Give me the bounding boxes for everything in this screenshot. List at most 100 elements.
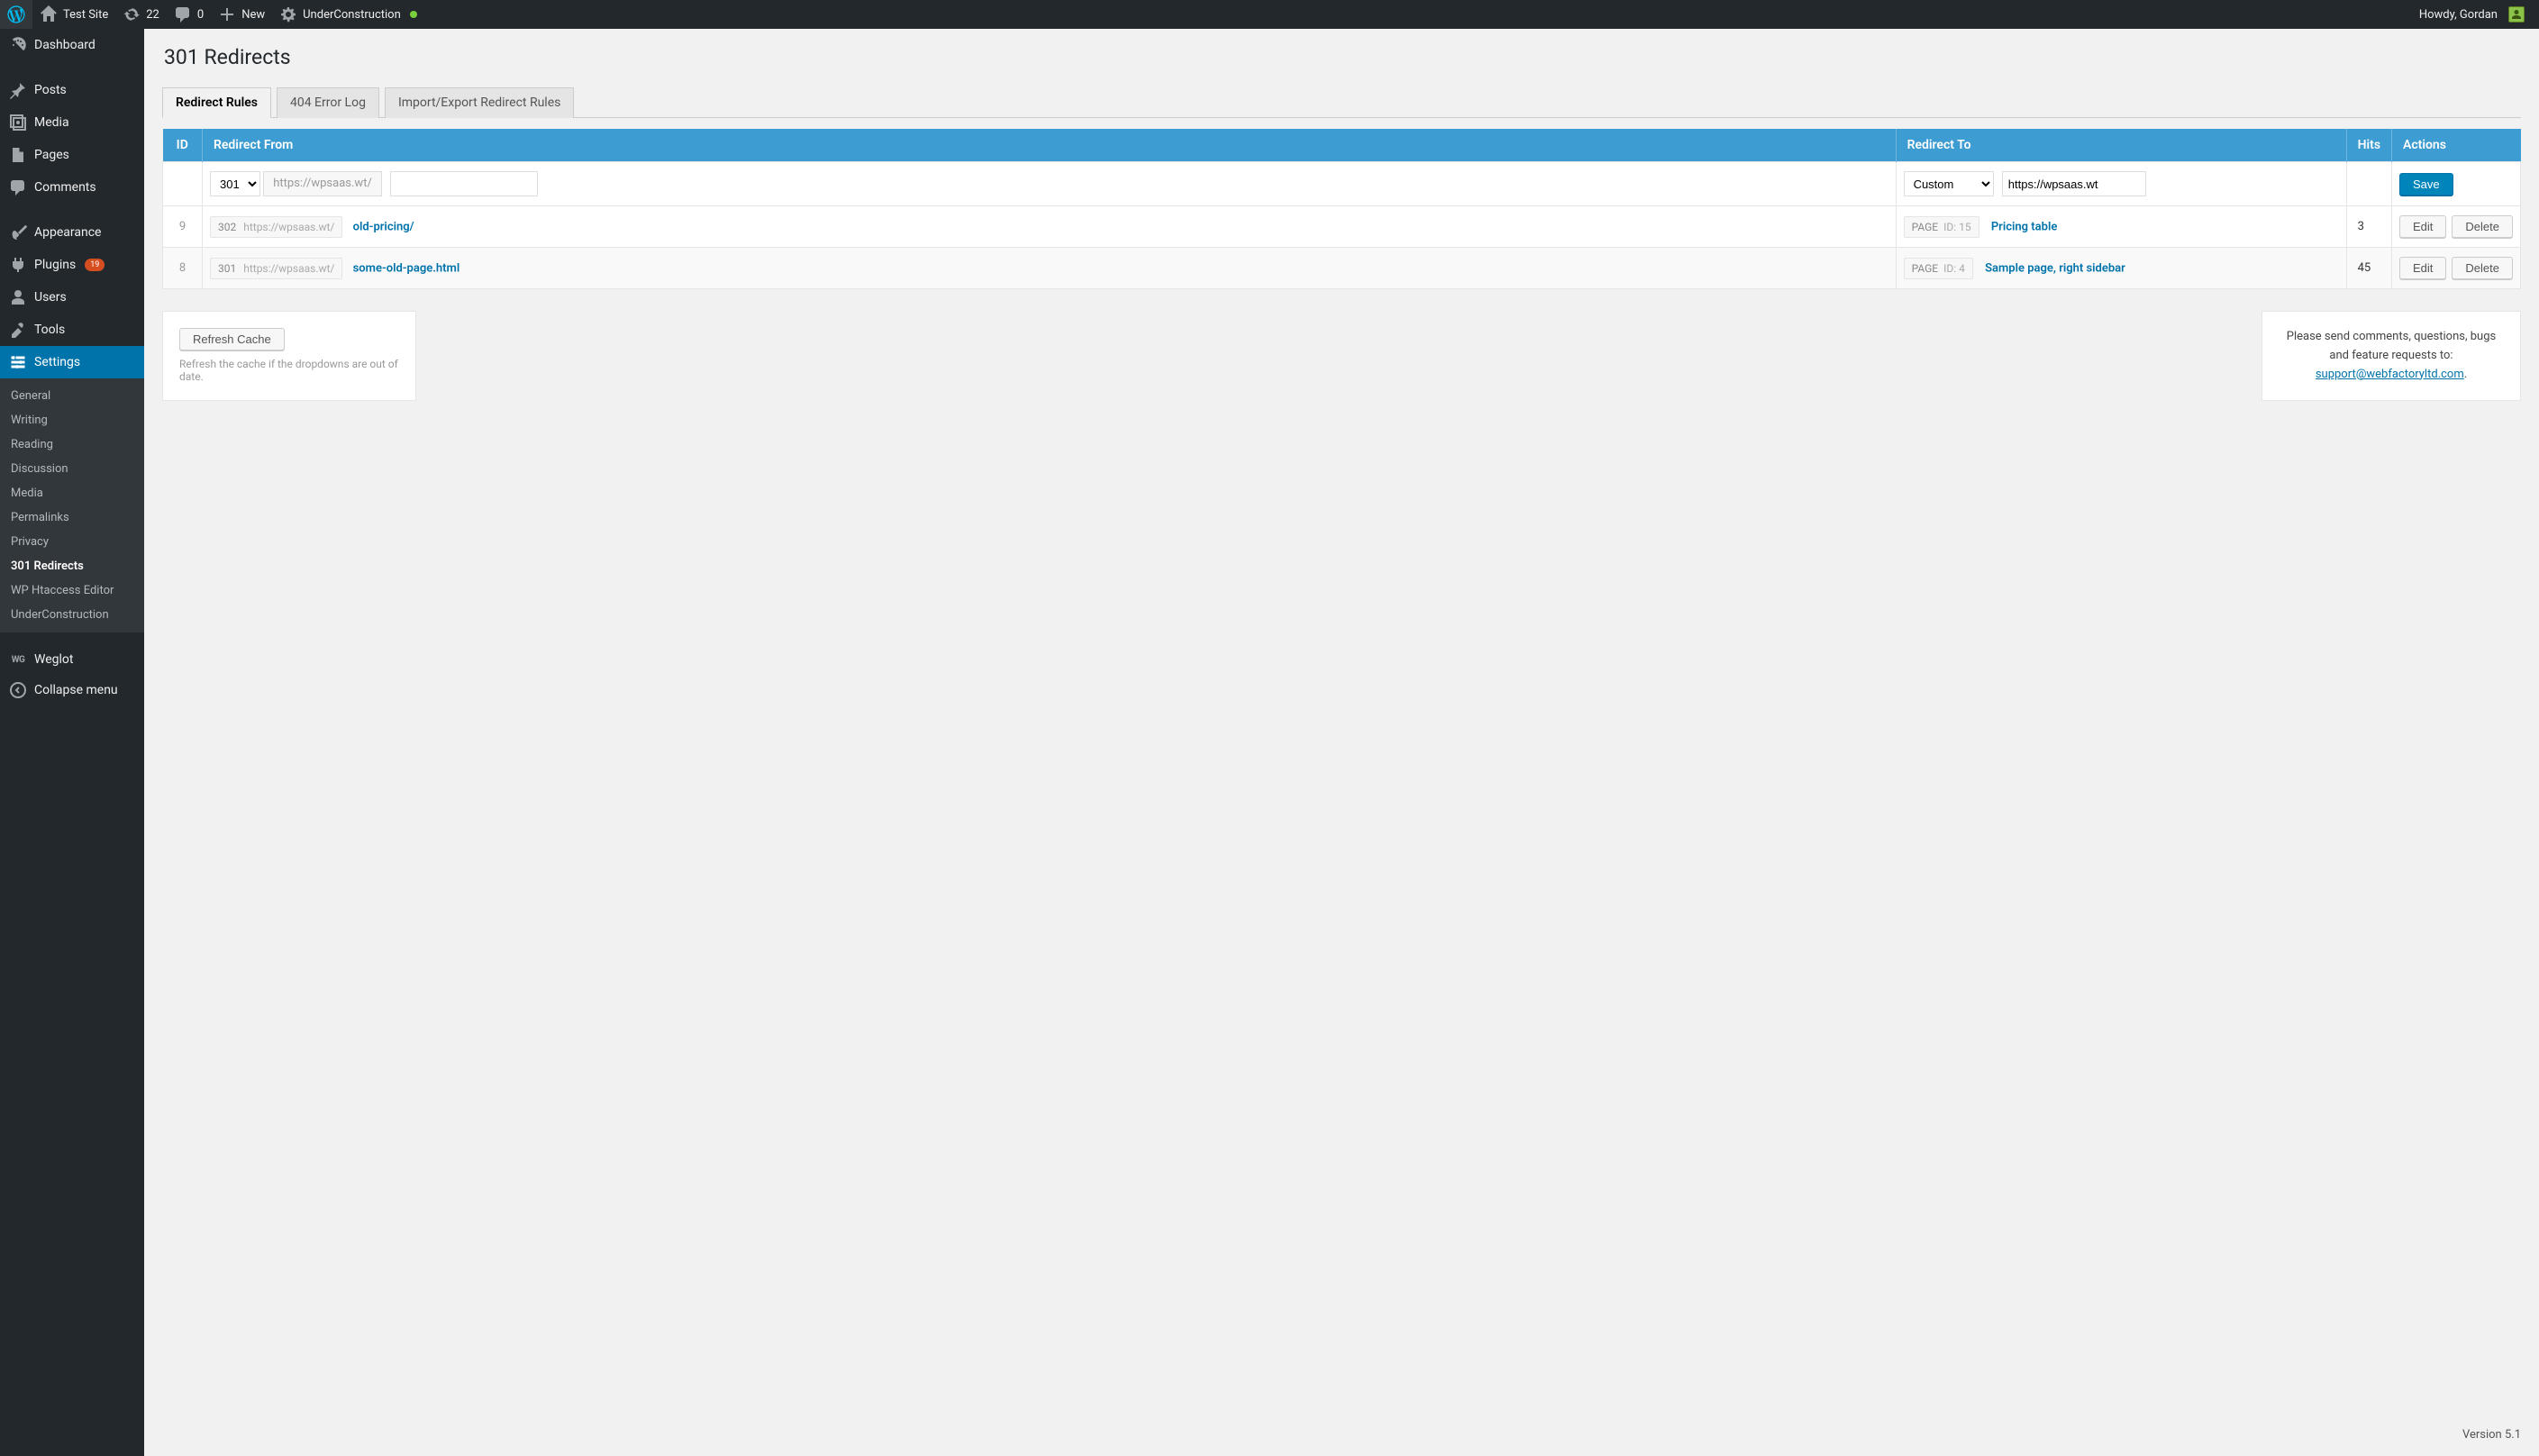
plugin-icon xyxy=(9,256,27,274)
gear-icon xyxy=(279,5,297,23)
submenu-privacy[interactable]: Privacy xyxy=(0,530,144,554)
wrench-icon xyxy=(9,321,27,339)
plus-icon xyxy=(218,5,236,23)
page-title: 301 Redirects xyxy=(164,45,2521,69)
submenu-reading[interactable]: Reading xyxy=(0,432,144,457)
avatar xyxy=(2508,6,2525,23)
menu-media[interactable]: Media xyxy=(0,106,144,139)
sliders-icon xyxy=(9,353,27,371)
menu-posts[interactable]: Posts xyxy=(0,74,144,106)
menu-pages[interactable]: Pages xyxy=(0,139,144,171)
row-actions: Edit Delete xyxy=(2392,206,2521,248)
updates-menu[interactable]: 22 xyxy=(115,0,167,29)
menu-plugins[interactable]: Plugins 19 xyxy=(0,249,144,281)
redirect-target-select[interactable]: Custom xyxy=(1904,171,1994,196)
to-chip: PAGEID: 4 xyxy=(1904,258,1973,279)
footer: Version 5.1 xyxy=(144,1414,2539,1456)
menu-dashboard[interactable]: Dashboard xyxy=(0,29,144,61)
refresh-cache-hint: Refresh the cache if the dropdowns are o… xyxy=(179,358,399,383)
submenu-underconstruction[interactable]: UnderConstruction xyxy=(0,603,144,627)
menu-users[interactable]: Users xyxy=(0,281,144,314)
pin-icon xyxy=(9,81,27,99)
row-to: PAGEID: 4 Sample page, right sidebar xyxy=(1896,248,2346,289)
col-from: Redirect From xyxy=(203,129,1897,162)
row-from: 302https://wpsaas.wt/ old-pricing/ xyxy=(203,206,1897,248)
brush-icon xyxy=(9,223,27,241)
delete-button[interactable]: Delete xyxy=(2452,215,2513,238)
redirect-code-select[interactable]: 301 xyxy=(210,171,260,196)
menu-users-label: Users xyxy=(34,290,67,305)
delete-button[interactable]: Delete xyxy=(2452,257,2513,279)
col-hits: Hits xyxy=(2346,129,2391,162)
from-path-link[interactable]: some-old-page.html xyxy=(353,261,460,275)
from-path-link[interactable]: old-pricing/ xyxy=(353,220,414,233)
row-from: 301https://wpsaas.wt/ some-old-page.html xyxy=(203,248,1897,289)
media-icon xyxy=(9,114,27,132)
menu-tools[interactable]: Tools xyxy=(0,314,144,346)
tabs: Redirect Rules 404 Error Log Import/Expo… xyxy=(162,87,2521,118)
collapse-icon xyxy=(9,681,27,699)
my-account-menu[interactable]: Howdy, Gordan xyxy=(2412,0,2532,29)
col-to: Redirect To xyxy=(1896,129,2346,162)
domain-prefix: https://wpsaas.wt/ xyxy=(263,171,382,196)
submenu-htaccess[interactable]: WP Htaccess Editor xyxy=(0,578,144,603)
col-id: ID xyxy=(163,129,203,162)
redirect-from-input[interactable] xyxy=(390,171,538,196)
col-actions: Actions xyxy=(2392,129,2521,162)
collapse-menu[interactable]: Collapse menu xyxy=(0,674,144,706)
dashboard-icon xyxy=(9,36,27,54)
menu-appearance[interactable]: Appearance xyxy=(0,216,144,249)
add-redirect-row: 301 https://wpsaas.wt/ Custom Save xyxy=(163,162,2521,206)
submenu-301-redirects[interactable]: 301 Redirects xyxy=(0,554,144,578)
tab-redirect-rules[interactable]: Redirect Rules xyxy=(162,87,271,118)
submenu-discussion[interactable]: Discussion xyxy=(0,457,144,481)
redirect-to-input[interactable] xyxy=(2002,171,2146,196)
collapse-label: Collapse menu xyxy=(34,683,118,697)
submenu-general[interactable]: General xyxy=(0,384,144,408)
admin-bar-right: Howdy, Gordan xyxy=(2412,0,2532,29)
settings-submenu: General Writing Reading Discussion Media… xyxy=(0,378,144,632)
menu-comments[interactable]: Comments xyxy=(0,171,144,204)
admin-sidebar: Dashboard Posts Media Pages Comments App… xyxy=(0,29,144,1456)
support-email-link[interactable]: support@webfactoryltd.com xyxy=(2316,368,2464,381)
underconstruction-menu[interactable]: UnderConstruction xyxy=(272,0,424,29)
comment-icon xyxy=(174,5,192,23)
to-title-link[interactable]: Pricing table xyxy=(1991,220,2057,233)
menu-media-label: Media xyxy=(34,115,69,130)
underconstruction-label: UnderConstruction xyxy=(303,8,401,22)
site-name-menu[interactable]: Test Site xyxy=(32,0,115,29)
menu-settings[interactable]: Settings xyxy=(0,346,144,378)
menu-plugins-label: Plugins xyxy=(34,258,76,272)
menu-weglot[interactable]: WG Weglot xyxy=(0,645,144,674)
to-title-link[interactable]: Sample page, right sidebar xyxy=(1985,261,2125,275)
menu-appearance-label: Appearance xyxy=(34,225,101,240)
admin-bar-left: Test Site 22 0 New UnderConstruction xyxy=(0,0,424,29)
save-button[interactable]: Save xyxy=(2399,173,2453,196)
refresh-cache-button[interactable]: Refresh Cache xyxy=(179,328,285,350)
new-label: New xyxy=(241,8,265,22)
new-content-menu[interactable]: New xyxy=(211,0,272,29)
menu-pages-label: Pages xyxy=(34,148,69,162)
to-chip: PAGEID: 15 xyxy=(1904,216,1979,238)
comments-menu[interactable]: 0 xyxy=(167,0,211,29)
comment-icon xyxy=(9,178,27,196)
tab-404-error-log[interactable]: 404 Error Log xyxy=(277,87,379,118)
wp-logo-menu[interactable] xyxy=(0,0,32,29)
support-text: Please send comments, questions, bugs an… xyxy=(2287,330,2496,362)
bottom-row: Refresh Cache Refresh the cache if the d… xyxy=(162,311,2521,401)
menu-weglot-label: Weglot xyxy=(34,652,73,667)
admin-bar: Test Site 22 0 New UnderConstruction How… xyxy=(0,0,2539,29)
tab-import-export[interactable]: Import/Export Redirect Rules xyxy=(385,87,574,118)
edit-button[interactable]: Edit xyxy=(2399,215,2446,238)
submenu-permalinks[interactable]: Permalinks xyxy=(0,505,144,530)
submenu-media[interactable]: Media xyxy=(0,481,144,505)
weglot-icon: WG xyxy=(9,655,27,665)
row-actions: Edit Delete xyxy=(2392,248,2521,289)
submenu-writing[interactable]: Writing xyxy=(0,408,144,432)
main-content: 301 Redirects Redirect Rules 404 Error L… xyxy=(144,0,2539,1456)
row-hits: 3 xyxy=(2346,206,2391,248)
edit-button[interactable]: Edit xyxy=(2399,257,2446,279)
version-label: Version 5.1 xyxy=(2462,1428,2521,1442)
update-icon xyxy=(123,5,141,23)
plugins-badge: 19 xyxy=(85,259,105,271)
